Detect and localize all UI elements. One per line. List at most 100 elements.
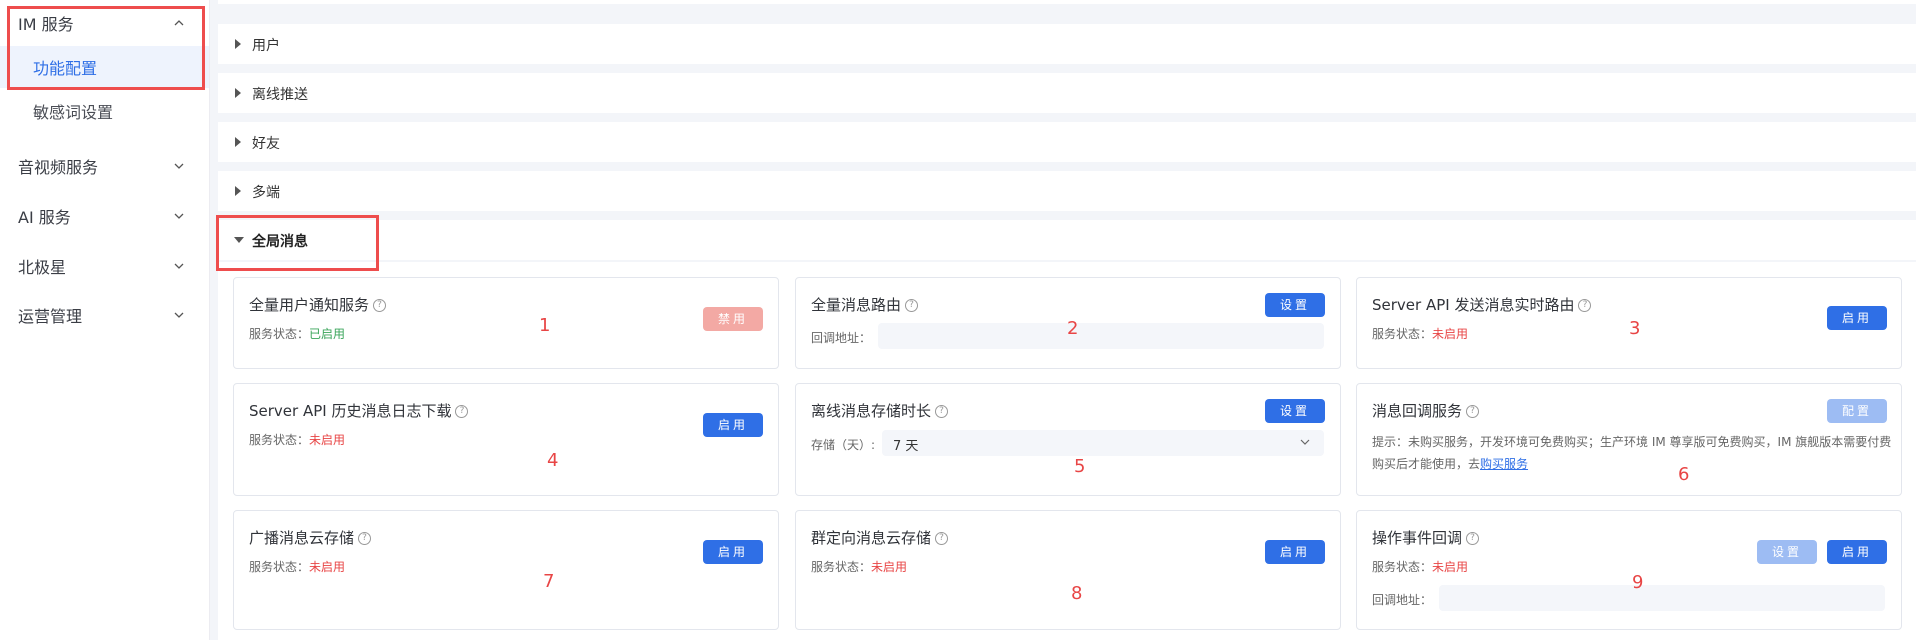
marker-number: 6 — [1678, 464, 1690, 485]
card-full-message-route: 全量消息路由? 回调地址： 设置 2 — [795, 277, 1341, 369]
card-title: 群定向消息云存储? — [811, 527, 949, 548]
help-icon[interactable]: ? — [358, 532, 372, 545]
card-history-log-download: Server API 历史消息日志下载? 服务状态：未启用 启用 4 — [233, 383, 779, 496]
card-title: 操作事件回调? — [1372, 527, 1480, 548]
sidebar-group-polaris[interactable]: 北极星 — [0, 243, 209, 289]
sidebar-group-label: 运营管理 — [18, 307, 83, 326]
sidebar-group-label: 北极星 — [18, 258, 67, 277]
main-content: 用户 离线推送 好友 多端 全局消息 全量用户通知服务? 服务状态：已启用 禁用… — [210, 0, 1916, 640]
sidebar: IM 服务 功能配置 敏感词设置 音视频服务 AI 服务 北极星 运营管理 — [0, 0, 210, 640]
card-title-text: Server API 历史消息日志下载 — [249, 402, 452, 420]
caret-right-icon — [235, 39, 241, 49]
sidebar-item-label: 功能配置 — [33, 59, 98, 78]
card-operation-event-callback: 操作事件回调? 服务状态：未启用 回调地址： 设置 启用 9 — [1356, 510, 1902, 630]
card-title: Server API 发送消息实时路由? — [1372, 294, 1592, 315]
section-title: 用户 — [252, 38, 280, 54]
help-icon[interactable]: ? — [455, 405, 469, 418]
top-strip — [218, 0, 1916, 4]
service-status: 服务状态：已启用 — [249, 325, 345, 342]
status-value: 未启用 — [309, 433, 346, 447]
service-tip: 提示：未购买服务，开发环境可免费购买；生产环境 IM 尊享版可免费购买，IM 旗… — [1372, 431, 1897, 475]
sidebar-group-im[interactable]: IM 服务 — [0, 0, 209, 46]
marker-number: 9 — [1632, 572, 1644, 593]
global-messages-panel: 全量用户通知服务? 服务状态：已启用 禁用 1 全量消息路由? 回调地址： 设置… — [218, 262, 1916, 640]
chevron-down-icon — [174, 163, 184, 169]
help-icon[interactable]: ? — [1466, 532, 1480, 545]
buy-service-link[interactable]: 购买服务 — [1480, 457, 1528, 471]
card-title: 广播消息云存储? — [249, 527, 372, 548]
sidebar-item-sensitive-words[interactable]: 敏感词设置 — [0, 90, 209, 132]
marker-number: 2 — [1067, 318, 1079, 339]
marker-number: 5 — [1074, 456, 1086, 477]
section-title: 全局消息 — [252, 234, 308, 250]
section-title: 好友 — [252, 136, 280, 152]
card-offline-storage-duration: 离线消息存储时长? 存储（天）: 7 天 设置 5 — [795, 383, 1341, 496]
status-label: 服务状态： — [1372, 560, 1433, 574]
sidebar-group-label: IM 服务 — [18, 15, 74, 34]
section-multi-device[interactable]: 多端 — [218, 171, 1916, 211]
card-title: 全量消息路由? — [811, 294, 919, 315]
callback-label: 回调地址： — [1372, 593, 1433, 607]
sidebar-group-label: AI 服务 — [18, 208, 71, 227]
callback-url-field[interactable] — [878, 323, 1324, 349]
card-message-callback-service: 消息回调服务? 提示：未购买服务，开发环境可免费购买；生产环境 IM 尊享版可免… — [1356, 383, 1902, 496]
service-status: 服务状态：未启用 — [1372, 558, 1468, 575]
section-global-messages[interactable]: 全局消息 — [218, 220, 1916, 260]
status-value: 已启用 — [309, 327, 346, 341]
tip-text: 提示：未购买服务，开发环境可免费购买；生产环境 IM 尊享版可免费购买，IM 旗… — [1372, 435, 1892, 471]
sidebar-item-feature-config[interactable]: 功能配置 — [0, 46, 209, 88]
enable-button[interactable]: 启用 — [1827, 306, 1887, 330]
status-value: 未启用 — [1432, 560, 1469, 574]
sidebar-group-av[interactable]: 音视频服务 — [0, 143, 209, 189]
card-title-text: 全量消息路由 — [811, 296, 902, 314]
status-label: 服务状态： — [249, 433, 310, 447]
status-label: 服务状态： — [249, 327, 310, 341]
card-group-targeted-cloud-storage: 群定向消息云存储? 服务状态：未启用 启用 8 — [795, 510, 1341, 630]
card-title-text: 全量用户通知服务 — [249, 296, 370, 314]
chevron-down-icon — [174, 312, 184, 318]
marker-number: 1 — [539, 315, 551, 336]
settings-button[interactable]: 设置 — [1265, 399, 1325, 423]
section-friends[interactable]: 好友 — [218, 122, 1916, 162]
caret-down-icon — [234, 237, 244, 243]
status-label: 服务状态： — [249, 560, 310, 574]
card-title: Server API 历史消息日志下载? — [249, 400, 469, 421]
card-broadcast-cloud-storage: 广播消息云存储? 服务状态：未启用 启用 7 — [233, 510, 779, 630]
service-status: 服务状态：未启用 — [1372, 325, 1468, 342]
help-icon[interactable]: ? — [373, 299, 387, 312]
section-offline-push[interactable]: 离线推送 — [218, 73, 1916, 113]
marker-number: 7 — [543, 571, 555, 592]
sidebar-group-label: 音视频服务 — [18, 158, 99, 177]
enable-button[interactable]: 启用 — [703, 540, 763, 564]
callback-url-field[interactable] — [1439, 585, 1885, 611]
service-status: 服务状态：未启用 — [811, 558, 907, 575]
help-icon[interactable]: ? — [1578, 299, 1592, 312]
settings-button[interactable]: 设置 — [1265, 293, 1325, 317]
caret-right-icon — [235, 137, 241, 147]
card-title: 全量用户通知服务? — [249, 294, 387, 315]
card-title-text: 群定向消息云存储 — [811, 529, 932, 547]
card-title-text: 消息回调服务 — [1372, 402, 1463, 420]
enable-button[interactable]: 启用 — [1827, 540, 1887, 564]
section-title: 多端 — [252, 185, 280, 201]
service-status: 服务状态：未启用 — [249, 558, 345, 575]
section-users[interactable]: 用户 — [218, 24, 1916, 64]
help-icon[interactable]: ? — [1466, 405, 1480, 418]
select-value: 7 天 — [893, 439, 919, 454]
disable-button[interactable]: 禁用 — [703, 307, 763, 331]
status-label: 服务状态： — [1372, 327, 1433, 341]
help-icon[interactable]: ? — [905, 299, 919, 312]
help-icon[interactable]: ? — [935, 532, 949, 545]
caret-right-icon — [235, 186, 241, 196]
help-icon[interactable]: ? — [935, 405, 949, 418]
sidebar-group-ai[interactable]: AI 服务 — [0, 193, 209, 239]
chevron-up-icon — [174, 20, 184, 26]
enable-button[interactable]: 启用 — [1265, 540, 1325, 564]
settings-button[interactable]: 设置 — [1757, 540, 1817, 564]
storage-days-select[interactable]: 7 天 — [882, 430, 1324, 456]
section-title: 离线推送 — [252, 87, 308, 103]
service-status: 服务状态：未启用 — [249, 431, 345, 448]
configure-button[interactable]: 配置 — [1827, 399, 1887, 423]
enable-button[interactable]: 启用 — [703, 413, 763, 437]
sidebar-group-ops[interactable]: 运营管理 — [0, 292, 209, 338]
